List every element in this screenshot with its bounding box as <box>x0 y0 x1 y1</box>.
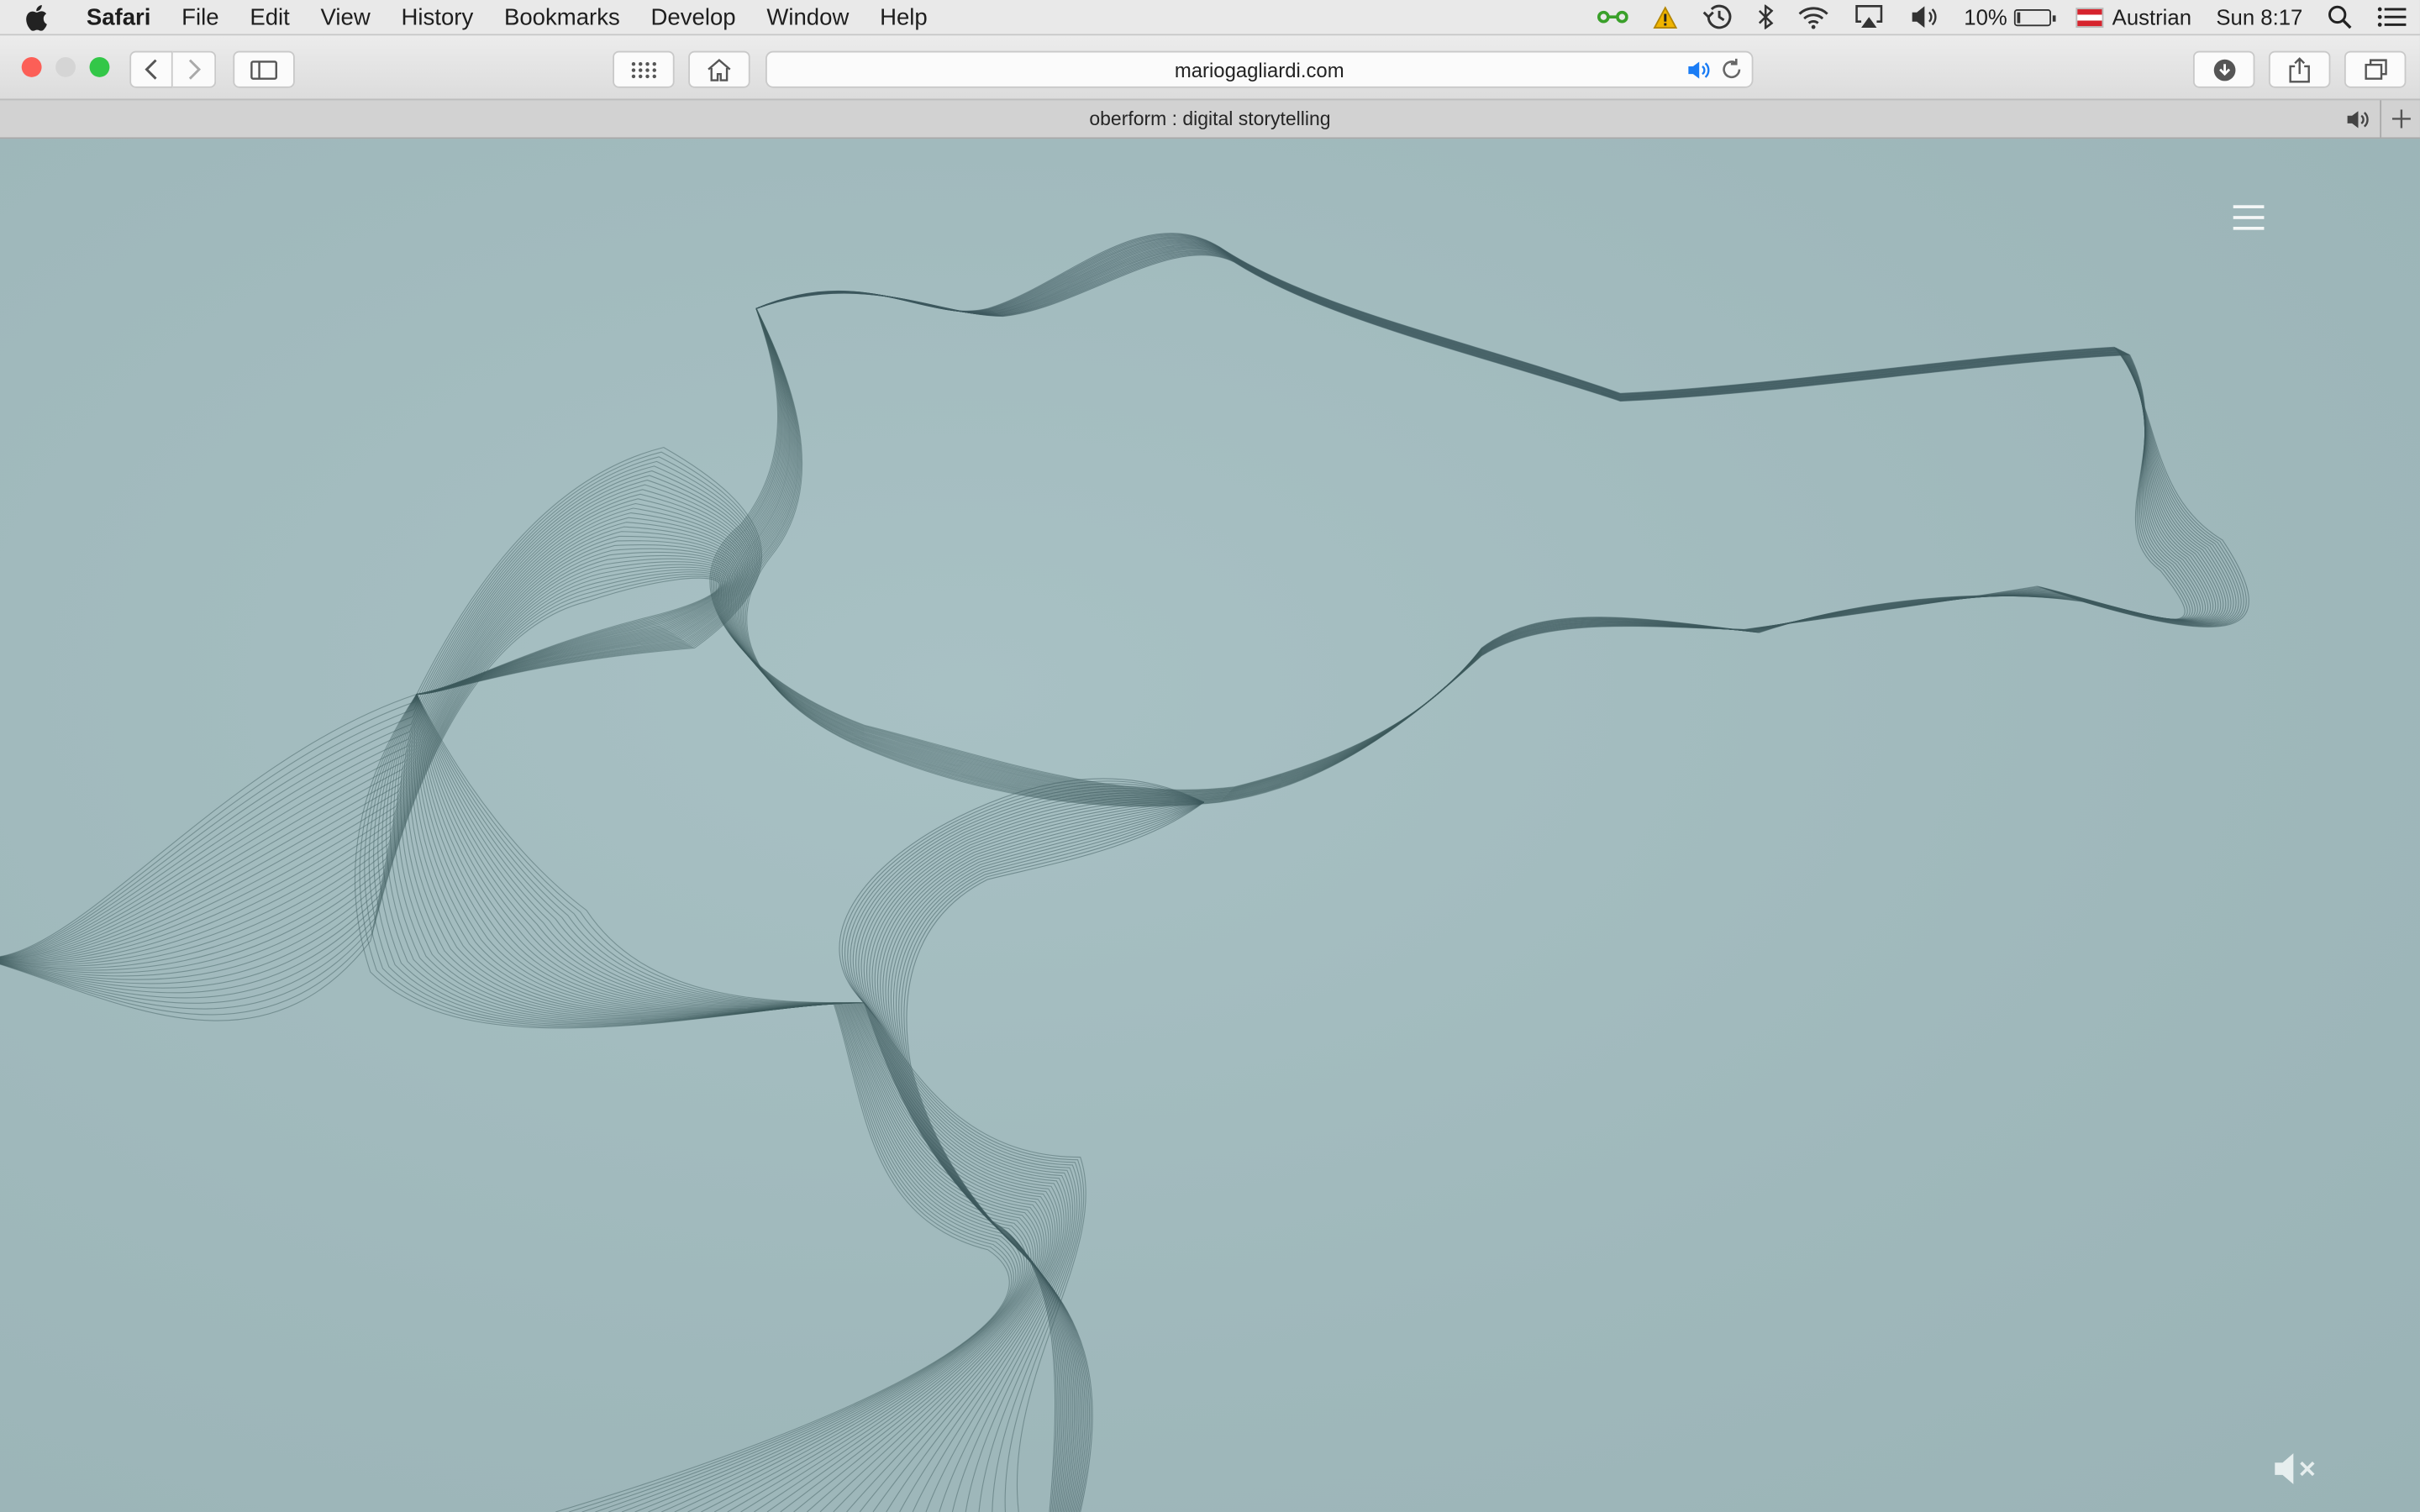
input-source-label: Austrian <box>2112 4 2191 29</box>
menu-history[interactable]: History <box>386 4 488 30</box>
show-all-tabs-button[interactable] <box>2344 50 2407 88</box>
menu-bookmarks[interactable]: Bookmarks <box>489 4 636 30</box>
minimize-window-button[interactable] <box>55 56 76 77</box>
time-machine-icon[interactable] <box>1689 3 1744 31</box>
sync-status-icon[interactable] <box>1584 8 1639 26</box>
menu-window[interactable]: Window <box>751 4 865 30</box>
menu-view[interactable]: View <box>305 4 386 30</box>
status-area: 10% Austrian Sun 8:17 <box>1584 0 2419 34</box>
top-sites-button[interactable] <box>613 50 675 88</box>
airplay-icon[interactable] <box>1840 5 1896 29</box>
apple-menu-icon[interactable] <box>0 4 71 30</box>
warning-icon[interactable] <box>1640 5 1690 29</box>
chevron-right-icon <box>187 59 201 80</box>
clock[interactable]: Sun 8:17 <box>2204 5 2315 29</box>
url-text: mariogagliardi.com <box>1174 57 1344 81</box>
fullscreen-window-button[interactable] <box>89 56 110 77</box>
address-bar[interactable]: mariogagliardi.com <box>765 50 1754 88</box>
web-page-content <box>0 139 2420 1512</box>
screen: Safari File Edit View History Bookmarks … <box>0 0 2420 1512</box>
home-icon <box>708 58 731 81</box>
battery-status[interactable]: 10% <box>1952 5 2063 29</box>
tab-audio-playing-icon[interactable] <box>1687 60 1712 85</box>
home-button[interactable] <box>688 50 750 88</box>
tab-bar: oberform : digital storytelling <box>0 100 2420 139</box>
ribbon-lower <box>354 694 1086 1512</box>
grid-icon <box>630 61 656 78</box>
mute-tab-icon[interactable] <box>2346 109 2370 134</box>
menu-help[interactable]: Help <box>865 4 943 30</box>
back-button[interactable] <box>129 50 173 88</box>
wifi-icon[interactable] <box>1785 5 1840 29</box>
menu-edit[interactable]: Edit <box>234 4 305 30</box>
spotlight-search-icon[interactable] <box>2315 5 2365 29</box>
bluetooth-icon[interactable] <box>1744 4 1785 29</box>
speaker-muted-icon[interactable] <box>2272 1450 2318 1487</box>
menu-develop[interactable]: Develop <box>635 4 751 30</box>
share-button[interactable] <box>2268 50 2331 88</box>
app-menu-safari[interactable]: Safari <box>71 4 166 30</box>
close-window-button[interactable] <box>21 56 42 77</box>
reload-icon[interactable] <box>1721 58 1743 85</box>
chevron-left-icon <box>145 59 157 80</box>
ribbon-middle <box>709 308 1482 807</box>
sidebar-toggle-button[interactable] <box>233 50 295 88</box>
plus-icon <box>2391 109 2411 129</box>
ribbon-top <box>755 233 2130 402</box>
sidebar-icon <box>250 60 277 79</box>
new-tab-button[interactable] <box>2380 100 2420 138</box>
hamburger-menu-icon[interactable] <box>2233 205 2265 230</box>
active-tab-title[interactable]: oberform : digital storytelling <box>1089 108 1330 130</box>
share-icon <box>2289 56 2310 82</box>
tabs-overview-icon <box>2364 59 2386 80</box>
menu-file[interactable]: File <box>166 4 234 30</box>
battery-icon <box>2013 8 2055 26</box>
browser-toolbar: mariogagliardi.com <box>0 35 2420 101</box>
forward-button[interactable] <box>172 50 217 88</box>
battery-level-fill <box>2016 11 2020 23</box>
austria-flag-icon <box>2075 7 2103 28</box>
ribbon-left <box>0 447 762 1021</box>
downloads-button[interactable] <box>2192 50 2255 88</box>
battery-percent: 10% <box>1964 4 2007 29</box>
volume-icon[interactable] <box>1896 5 1951 29</box>
input-source-menu[interactable]: Austrian <box>2063 5 2204 29</box>
ribbon-artwork <box>0 233 2249 1512</box>
menu-bar: Safari File Edit View History Bookmarks … <box>0 0 2420 36</box>
download-icon <box>2212 58 2235 81</box>
notification-center-icon[interactable] <box>2365 6 2420 28</box>
